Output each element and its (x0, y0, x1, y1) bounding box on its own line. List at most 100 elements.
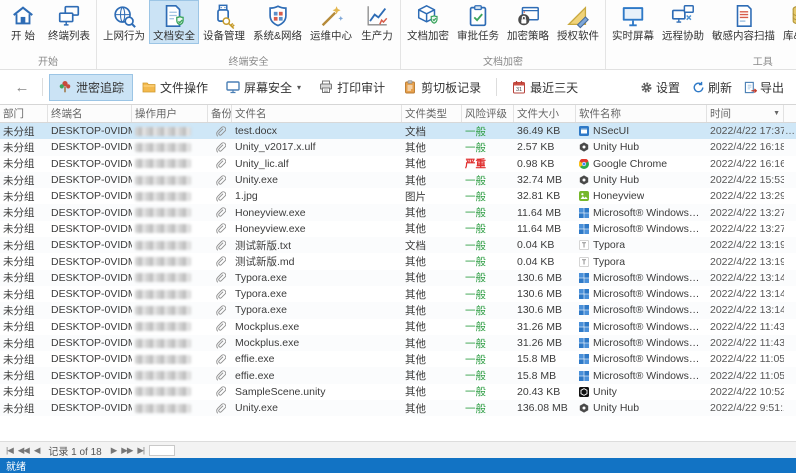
ribbon-item-terminals[interactable]: 终端列表 (44, 0, 94, 44)
column-header-type[interactable]: 文件类型 (402, 105, 462, 122)
cell-backup[interactable] (208, 270, 232, 286)
column-header-risk[interactable]: 风险评级 (462, 105, 514, 122)
cell-backup[interactable] (208, 319, 232, 335)
cell-backup[interactable] (208, 188, 232, 204)
table-row[interactable]: 未分组 DESKTOP-0VIDMDJ Mockplus.exe 其他 一般 31.26 … (0, 334, 796, 352)
cell-backup[interactable] (208, 384, 232, 400)
table-row[interactable]: 未分组 DESKTOP-0VIDMDJ test.docx 文档 一般 36.49 KB N… (0, 123, 796, 140)
ribbon-item-screen[interactable]: 实时屏幕 (608, 0, 658, 44)
table-row[interactable]: 未分组 DESKTOP-0VIDMDJ Honeyview.exe 其他 一般 11.64… (0, 204, 796, 221)
cell-software: Microsoft® Windows® Oper... (576, 335, 707, 351)
cell-backup[interactable] (208, 367, 232, 383)
cell-backup[interactable] (208, 221, 232, 237)
table-row[interactable]: 未分组 DESKTOP-0VIDMDJ effie.exe 其他 一般 15.8 MB Mi… (0, 351, 796, 367)
column-header-terminal[interactable]: 终端名 (48, 105, 132, 122)
ribbon-item-db[interactable]: 库&模板 (779, 0, 796, 44)
next-page-button[interactable]: ▶▶ (121, 445, 133, 456)
next-record-button[interactable]: ▶ (111, 445, 117, 456)
column-header-operator[interactable]: 操作用户 (132, 105, 208, 122)
table-row[interactable]: 未分组 DESKTOP-0VIDMDJ 测试新版.txt 文档 一般 0.04 KB TTy… (0, 237, 796, 254)
cell-more[interactable] (784, 367, 796, 383)
ribbon-item-sysnet[interactable]: 系统&网络 (249, 0, 306, 44)
cell-more[interactable] (784, 139, 796, 155)
cell-backup[interactable] (208, 172, 232, 188)
ribbon-item-chart[interactable]: 生产力 (356, 0, 398, 44)
action-gearsmall[interactable]: 设置 (640, 79, 680, 96)
column-header-dept[interactable]: 部门 (0, 105, 48, 122)
cell-more[interactable] (784, 204, 796, 220)
table-row[interactable]: 未分组 DESKTOP-0VIDMDJ Unity_lic.alf 其他 严重 0.98 … (0, 156, 796, 172)
cell-backup[interactable] (208, 351, 232, 367)
toolbar-button-folder[interactable]: 文件操作 (133, 74, 217, 101)
ribbon-item-home[interactable]: 开 始 (2, 0, 44, 44)
table-row[interactable]: 未分组 DESKTOP-0VIDMDJ Unity.exe 其他 一般 32.74 MB U… (0, 171, 796, 189)
toolbar-button-monitor[interactable]: 屏幕安全 ▾ (217, 74, 310, 101)
cell-more[interactable] (784, 286, 796, 302)
cell-more[interactable] (784, 270, 796, 286)
table-row[interactable]: 未分组 DESKTOP-0VIDMDJ Unity.exe 其他 一般 136.08 MB… (0, 400, 796, 417)
ribbon-item-cube[interactable]: 文档加密 (403, 0, 453, 44)
first-record-button[interactable]: |◀ (6, 445, 14, 456)
ribbon-item-ruler[interactable]: 授权软件 (553, 0, 603, 44)
cell-more[interactable] (784, 351, 796, 367)
cell-more[interactable]: … (784, 123, 796, 139)
column-header-size[interactable]: 文件大小 (514, 105, 576, 122)
action-export[interactable]: 导出 (744, 79, 784, 96)
cell-backup[interactable] (208, 302, 232, 318)
cell-backup[interactable] (208, 286, 232, 302)
table-row[interactable]: 未分组 DESKTOP-0VIDMDJ Unity_v2017.x.ulf 其他 一般 2… (0, 139, 796, 156)
cell-backup[interactable] (208, 139, 232, 155)
table-row[interactable]: 未分组 DESKTOP-0VIDMDJ effie.exe 其他 一般 15.8 MB Mi… (0, 367, 796, 384)
ribbon-item-lock[interactable]: 加密策略 (503, 0, 553, 44)
ribbon-item-remote[interactable]: 远程协助 (658, 0, 708, 44)
cell-backup[interactable] (208, 123, 232, 139)
table-row[interactable]: 未分组 DESKTOP-0VIDMDJ Typora.exe 其他 一般 130.6 MB… (0, 269, 796, 286)
cell-more[interactable] (784, 156, 796, 172)
table-row[interactable]: 未分组 DESKTOP-0VIDMDJ Typora.exe 其他 一般 130.6 MB… (0, 286, 796, 302)
cell-more[interactable] (784, 253, 796, 269)
ribbon-item-device[interactable]: 设备管理 (199, 0, 249, 44)
prev-page-button[interactable]: ◀◀ (18, 445, 30, 456)
cell-more[interactable] (784, 400, 796, 416)
cell-backup[interactable] (208, 335, 232, 351)
table-row[interactable]: 未分组 DESKTOP-0VIDMDJ Honeyview.exe 其他 一般 11.64… (0, 221, 796, 237)
record-position-input[interactable] (149, 444, 176, 456)
cell-more[interactable] (784, 302, 796, 318)
cell-more[interactable] (784, 237, 796, 253)
cell-backup[interactable] (208, 237, 232, 253)
ribbon-item-scan[interactable]: 敏感内容扫描 (708, 0, 779, 44)
cell-backup[interactable] (208, 253, 232, 269)
column-header-time[interactable]: 时间 ▼ (707, 105, 784, 122)
ribbon-item-docsec[interactable]: 文档安全 (149, 0, 199, 44)
toolbar-button-trace[interactable]: 泄密追踪 (49, 73, 134, 101)
table-row[interactable]: 未分组 DESKTOP-0VIDMDJ 测试新版.md 其他 一般 0.04 KB TTyp… (0, 253, 796, 269)
cell-more[interactable] (784, 172, 796, 188)
column-header-more[interactable] (784, 105, 796, 122)
table-row[interactable]: 未分组 DESKTOP-0VIDMDJ Mockplus.exe 其他 一般 31.26 … (0, 319, 796, 335)
cell-backup[interactable] (208, 156, 232, 172)
ribbon-item-ops[interactable]: 运维中心 (306, 0, 356, 44)
ribbon-item-clipboard[interactable]: 审批任务 (453, 0, 503, 44)
redacted-text (135, 354, 191, 364)
toolbar-button-calendar[interactable]: 31 最近三天 (503, 74, 587, 101)
column-header-app[interactable]: 软件名称 (576, 105, 707, 122)
cell-more[interactable] (784, 384, 796, 400)
cell-backup[interactable] (208, 400, 232, 416)
cell-more[interactable] (784, 335, 796, 351)
last-record-button[interactable]: ▶| (137, 445, 145, 456)
cell-more[interactable] (784, 188, 796, 204)
prev-record-button[interactable]: ◀ (34, 445, 40, 456)
table-row[interactable]: 未分组 DESKTOP-0VIDMDJ SampleScene.unity 其他 一般 2… (0, 384, 796, 400)
table-row[interactable]: 未分组 DESKTOP-0VIDMDJ Typora.exe 其他 一般 130.6 MB… (0, 302, 796, 319)
cell-more[interactable] (784, 319, 796, 335)
toolbar-button-printer[interactable]: 打印审计 (310, 74, 394, 101)
table-row[interactable]: 未分组 DESKTOP-0VIDMDJ 1.jpg 图片 一般 32.81 KB Honey… (0, 188, 796, 204)
cell-more[interactable] (784, 221, 796, 237)
column-header-backup[interactable]: 备份 (208, 105, 232, 122)
cell-backup[interactable] (208, 204, 232, 220)
ribbon-item-web[interactable]: 上网行为 (99, 0, 149, 44)
back-button[interactable]: ← (8, 79, 36, 96)
toolbar-button-clip[interactable]: 剪切板记录 (394, 74, 490, 101)
action-refresh[interactable]: 刷新 (692, 79, 732, 96)
column-header-file[interactable]: 文件名 (232, 105, 402, 122)
